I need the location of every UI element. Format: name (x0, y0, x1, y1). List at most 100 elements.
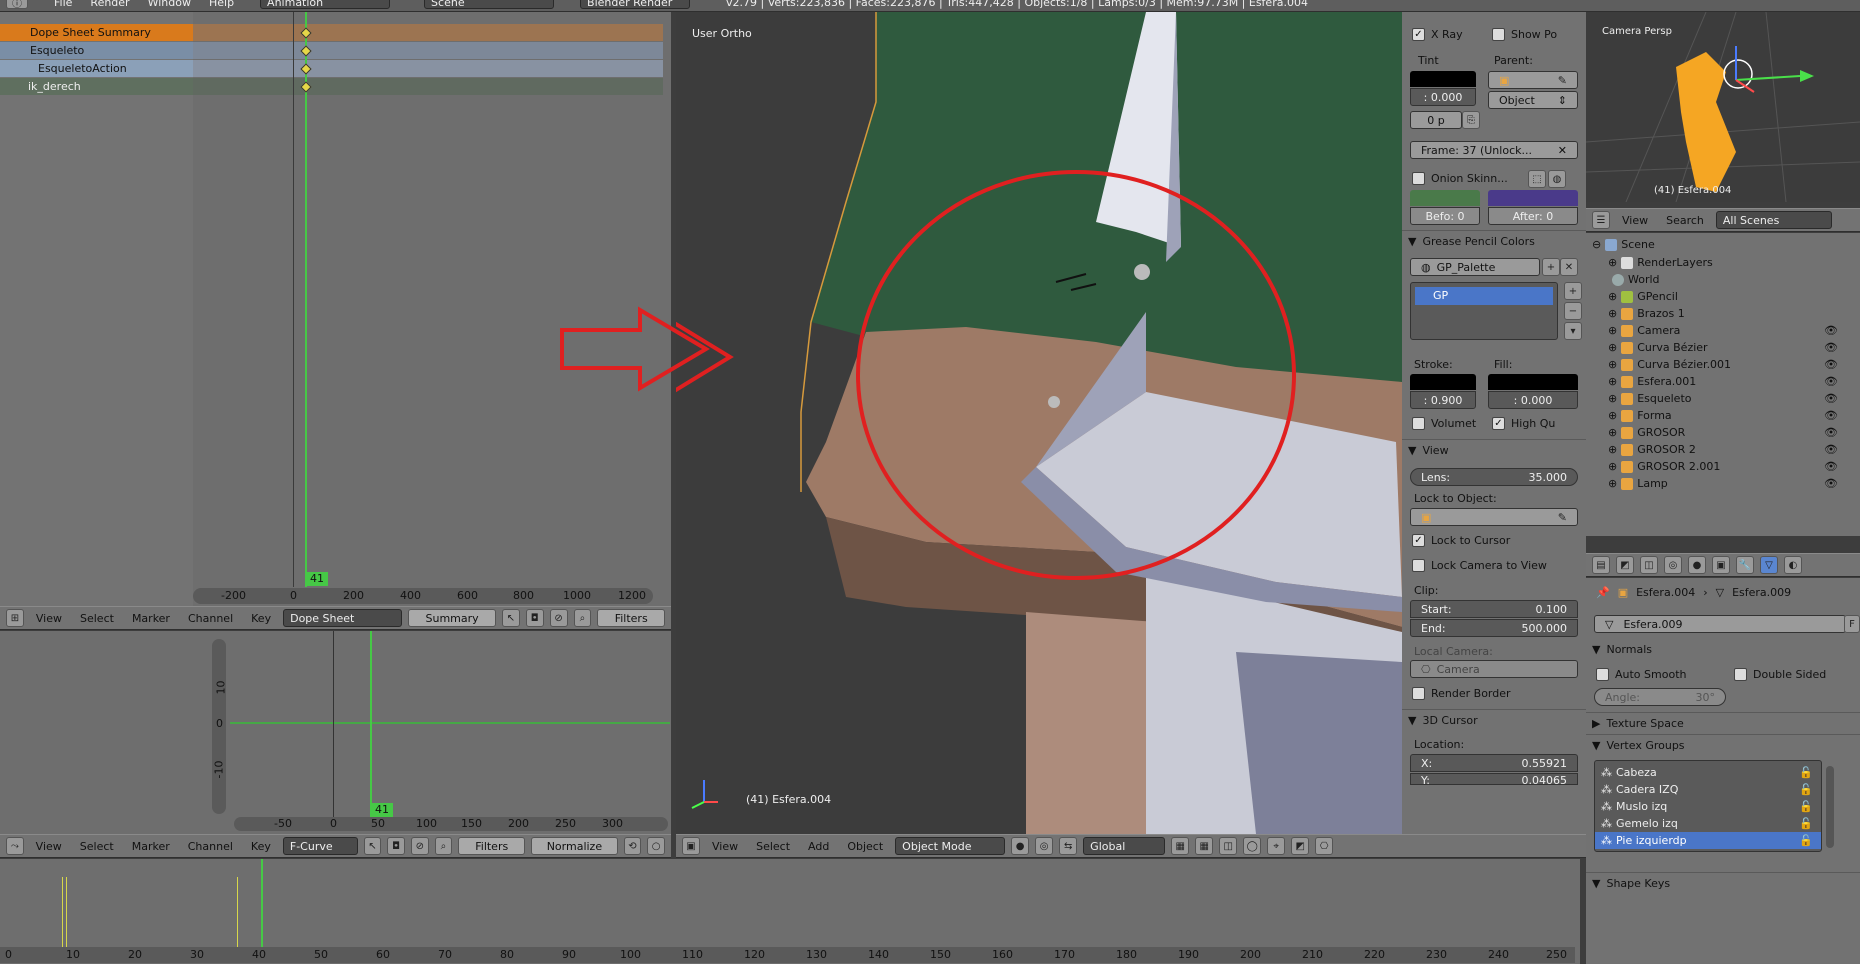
outliner-row[interactable]: ⊕ Camera 👁 (1586, 322, 1860, 339)
outliner-row[interactable]: ⊕ GROSOR 2 👁 (1586, 441, 1860, 458)
lens-field[interactable]: Lens: 35.000 (1410, 468, 1578, 486)
menu-key[interactable]: Key (245, 612, 277, 625)
filters-button[interactable]: Filters (597, 609, 666, 627)
menu-select[interactable]: Select (74, 840, 120, 853)
outliner-scope-dropdown[interactable]: All Scenes (1715, 211, 1832, 229)
summary-toggle[interactable]: Summary (408, 609, 496, 627)
tint-value-field[interactable]: : 0.000 (1410, 88, 1476, 106)
timeline-area[interactable]: 0 10 20 30 40 50 60 70 80 90 100 110 120… (0, 859, 1580, 964)
menu-channel[interactable]: Channel (182, 840, 239, 853)
menu-file[interactable]: File (48, 0, 78, 9)
modifiers-tab-icon[interactable]: 🔧 (1736, 556, 1754, 574)
clip-start-field[interactable]: Start: 0.100 (1410, 600, 1578, 618)
eye-icon[interactable]: 👁 (1824, 443, 1838, 456)
cursor-y-field[interactable]: Y: 0.04065 (1410, 773, 1578, 785)
stroke-opacity-field[interactable]: : 0.900 (1410, 391, 1476, 409)
after-field[interactable]: After: 0 (1488, 207, 1578, 225)
parent-field[interactable]: ▣ ✎ (1488, 71, 1578, 89)
eye-icon[interactable]: 👁 (1824, 426, 1838, 439)
camera-viewport[interactable]: Camera Persp (41) Esfera.004 (1586, 12, 1860, 202)
xray-checkbox[interactable]: ✓ X Ray (1412, 28, 1463, 41)
auto-smooth-checkbox[interactable]: Auto Smooth (1596, 668, 1686, 681)
vertex-group-row-selected[interactable]: ⁂ Pie izquierdp 🔓 (1595, 832, 1821, 849)
gp-colors-header[interactable]: ▼ Grease Pencil Colors (1402, 230, 1586, 252)
menu-object[interactable]: Object (841, 840, 889, 853)
eye-icon[interactable]: 👁 (1824, 460, 1838, 473)
outliner-row[interactable]: ⊕ Curva Bézier 👁 (1586, 339, 1860, 356)
onion-settings-icon[interactable]: ⬚ (1528, 170, 1546, 188)
render-tab-icon[interactable]: ◩ (1616, 556, 1634, 574)
search-icon[interactable]: ⌕ (434, 837, 453, 855)
eye-icon[interactable]: 👁 (1824, 392, 1838, 405)
editor-type-icon[interactable]: ⤳ (6, 837, 24, 855)
blender-logo-icon[interactable]: ⓘ (6, 0, 28, 10)
render-layer-icon[interactable]: ◫ (1219, 837, 1238, 855)
object-tab-icon[interactable]: ▣ (1712, 556, 1730, 574)
outliner-row[interactable]: ⊕ Brazos 1 (1586, 305, 1860, 322)
channel-summary[interactable]: Dope Sheet Summary (0, 24, 193, 41)
fake-user-button[interactable]: F (1844, 615, 1860, 633)
graph-editor-area[interactable]: 10 0 -10 41 -50 0 50 100 150 200 250 300 (0, 631, 671, 836)
local-camera-field[interactable]: ⎔ Camera (1410, 660, 1578, 678)
after-color-swatch[interactable] (1488, 190, 1578, 206)
circle-icon[interactable]: ○ (647, 837, 665, 855)
render-layers-tab-icon[interactable]: ◫ (1640, 556, 1658, 574)
scene-dropdown[interactable]: Scene (424, 0, 555, 9)
pivot-icon[interactable]: ◎ (1035, 837, 1054, 855)
scene-tab-icon[interactable]: ◎ (1664, 556, 1682, 574)
dropdown-arrow-icon[interactable]: ▾ (1564, 322, 1582, 340)
onion-skin-checkbox[interactable]: Onion Skinn... (1412, 172, 1508, 185)
lock-icon[interactable]: 🔓 (1799, 817, 1813, 830)
outliner-row[interactable]: ⊕ Lamp 👁 (1586, 475, 1860, 492)
stroke-color-swatch[interactable] (1410, 374, 1476, 390)
normalize-button[interactable]: Normalize (531, 837, 618, 855)
camera-icon[interactable]: ⎔ (1315, 837, 1334, 855)
vertex-group-row[interactable]: ⁂ Muslo izq 🔓 (1595, 798, 1821, 815)
texture-space-header[interactable]: ▶ Texture Space (1586, 712, 1860, 734)
outliner-row[interactable]: ⊕ GROSOR 👁 (1586, 424, 1860, 441)
screen-layout-dropdown[interactable]: Animation (260, 0, 391, 9)
menu-view[interactable]: View (30, 612, 68, 625)
lock-cursor-checkbox[interactable]: ✓ Lock to Cursor (1412, 534, 1510, 547)
lock-object-field[interactable]: ▣ ✎ (1410, 508, 1578, 526)
outliner-row[interactable]: ⊕ RenderLayers (1586, 254, 1860, 271)
channel-ik-derech[interactable]: ik_derech (0, 78, 193, 95)
refresh-icon[interactable]: ⟲ (623, 837, 642, 855)
vertex-group-row[interactable]: ⁂ Cabeza 🔓 (1595, 764, 1821, 781)
before-color-swatch[interactable] (1410, 190, 1480, 206)
parent-type-dropdown[interactable]: Object ⇕ (1488, 91, 1578, 109)
snap-icon[interactable]: ⌖ (1267, 837, 1286, 855)
lock-icon[interactable]: 🔓 (1799, 766, 1813, 779)
menu-view[interactable]: View (1616, 214, 1654, 227)
3d-cursor-header[interactable]: ▼ 3D Cursor (1402, 709, 1586, 731)
menu-channel[interactable]: Channel (182, 612, 239, 625)
eye-icon[interactable]: 👁 (1824, 409, 1838, 422)
outliner-row[interactable]: ⊕ Curva Bézier.001 👁 (1586, 356, 1860, 373)
lock-camera-checkbox[interactable]: Lock Camera to View (1412, 559, 1547, 572)
vertex-group-row[interactable]: ⁂ Cadera IZQ 🔓 (1595, 781, 1821, 798)
menu-render[interactable]: Render (84, 0, 135, 9)
tint-color-swatch[interactable] (1410, 71, 1476, 87)
3d-viewport[interactable]: User Ortho (41) Esfera.004 (676, 12, 1402, 834)
pass-index-field[interactable]: 0 p (1410, 111, 1462, 129)
palette-field[interactable]: ◍ GP_Palette (1410, 258, 1540, 276)
menu-select[interactable]: Select (750, 840, 796, 853)
vertex-group-row[interactable]: ⁂ Gemelo izq 🔓 (1595, 815, 1821, 832)
render-icon[interactable]: ◩ (1291, 837, 1310, 855)
render-border-checkbox[interactable]: Render Border (1412, 687, 1511, 700)
mesh-name-field[interactable]: ▽ Esfera.009 (1594, 615, 1846, 633)
menu-view[interactable]: View (706, 840, 744, 853)
vertex-group-scrollbar[interactable] (1826, 766, 1834, 848)
frame-lock-button[interactable]: Frame: 37 (Unlock... ✕ (1410, 141, 1578, 159)
world-tab-icon[interactable]: ● (1688, 556, 1706, 574)
eye-icon[interactable]: 👁 (1824, 477, 1838, 490)
menu-select[interactable]: Select (74, 612, 120, 625)
menu-search[interactable]: Search (1660, 214, 1710, 227)
material-tab-icon[interactable]: ◐ (1784, 556, 1802, 574)
channel-esqueleto[interactable]: Esqueleto (0, 42, 193, 59)
layers-icon[interactable]: ▦ (1171, 837, 1190, 855)
cursor-icon[interactable]: ↖ (363, 837, 382, 855)
outliner-row[interactable]: World (1586, 271, 1860, 288)
channel-action[interactable]: EsqueletoAction (0, 60, 193, 77)
eye-icon[interactable]: 👁 (1824, 324, 1838, 337)
